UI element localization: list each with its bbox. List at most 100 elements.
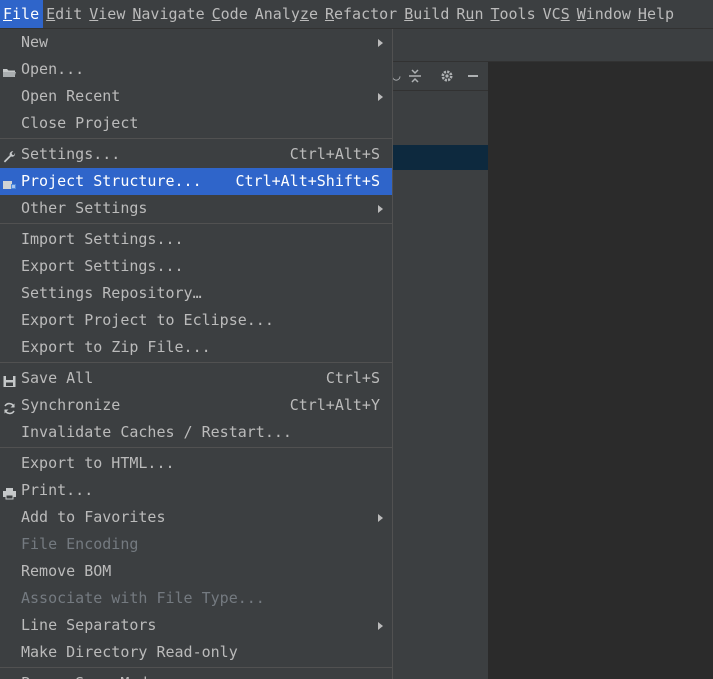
autoscroll-icon[interactable]: ◡: [392, 62, 400, 90]
menu-item-project-structure[interactable]: Project Structure... Ctrl+Alt+Shift+S: [0, 168, 392, 195]
menubar-label-post: iew: [98, 5, 126, 23]
menu-item-label: Save All: [21, 369, 94, 387]
menu-item-label: Settings...: [21, 145, 121, 163]
menu-item-close-project[interactable]: Close Project: [0, 110, 392, 137]
menu-item-import-settings[interactable]: Import Settings...: [0, 226, 392, 253]
menu-item-export-settings[interactable]: Export Settings...: [0, 253, 392, 280]
menu-item-export-to-zip-file[interactable]: Export to Zip File...: [0, 334, 392, 361]
menubar-label-pre: Analy: [254, 5, 300, 23]
menubar-label-mn: C: [211, 5, 221, 23]
menu-item-shortcut: Ctrl+Alt+S: [289, 145, 380, 163]
menu-item-shortcut: Ctrl+Alt+Y: [289, 396, 380, 414]
project-tree-selected-row[interactable]: [392, 145, 488, 170]
menubar-label-post: elp: [646, 5, 675, 23]
menubar-item-build[interactable]: Build: [401, 0, 453, 28]
menu-item-label: Print...: [21, 481, 94, 499]
menubar-item-window[interactable]: Window: [574, 0, 635, 28]
menu-item-export-to-html[interactable]: Export to HTML...: [0, 450, 392, 477]
menu-item-file-encoding: File Encoding: [0, 531, 392, 558]
main-toolbar: [392, 29, 713, 62]
submenu-arrow-icon: [378, 39, 383, 47]
submenu-arrow-icon: [378, 93, 383, 101]
collapse-all-icon[interactable]: [408, 62, 422, 90]
menubar-item-analyze[interactable]: Analyze: [252, 0, 322, 28]
menubar-label-mn: R: [324, 5, 334, 23]
menu-item-open-recent[interactable]: Open Recent: [0, 83, 392, 110]
project-structure-icon: [2, 174, 17, 189]
menu-item-settings-repository[interactable]: Settings Repository…: [0, 280, 392, 307]
menu-item-export-project-to-eclipse[interactable]: Export Project to Eclipse...: [0, 307, 392, 334]
menu-item-label: New: [21, 33, 49, 51]
menu-item-label: Open...: [21, 60, 85, 78]
menu-item-label: Other Settings: [21, 199, 148, 217]
menu-item-print[interactable]: Print...: [0, 477, 392, 504]
menu-item-shortcut: Ctrl+Alt+Shift+S: [235, 172, 381, 190]
menu-item-other-settings[interactable]: Other Settings: [0, 195, 392, 222]
menubar-label-post: indow: [585, 5, 631, 23]
menubar-label-post: ile: [12, 5, 40, 23]
menu-item-remove-bom[interactable]: Remove BOM: [0, 558, 392, 585]
menu-item-label: Invalidate Caches / Restart...: [21, 423, 292, 441]
menubar-label-mn: V: [89, 5, 99, 23]
menubar-item-refactor[interactable]: Refactor: [322, 0, 401, 28]
menu-item-synchronize[interactable]: Synchronize Ctrl+Alt+Y: [0, 392, 392, 419]
menubar-label-mn: H: [637, 5, 647, 23]
menubar-label-mn: W: [576, 5, 586, 23]
menu-item-new[interactable]: New: [0, 29, 392, 56]
submenu-arrow-icon: [378, 205, 383, 213]
folder-icon: [2, 62, 17, 77]
menu-item-save-all[interactable]: Save All Ctrl+S: [0, 365, 392, 392]
menu-item-label: Remove BOM: [21, 562, 112, 580]
menu-item-settings[interactable]: Settings... Ctrl+Alt+S: [0, 141, 392, 168]
menubar-label-mn: T: [490, 5, 500, 23]
menu-bar: File Edit View Navigate Code Analyze Refactor B…: [0, 0, 713, 29]
menubar-item-view[interactable]: View: [86, 0, 129, 28]
hide-panel-icon[interactable]: [466, 62, 480, 90]
menu-item-label: Open Recent: [21, 87, 121, 105]
menu-item-label: Power Save Mode: [21, 670, 156, 679]
menu-item-shortcut: Ctrl+S: [325, 369, 380, 387]
menu-item-invalidate-caches-restart[interactable]: Invalidate Caches / Restart...: [0, 419, 392, 446]
menu-item-label: Import Settings...: [21, 230, 184, 248]
menu-item-open[interactable]: Open...: [0, 56, 392, 83]
menu-item-line-separators[interactable]: Line Separators: [0, 612, 392, 639]
submenu-arrow-icon: [378, 514, 383, 522]
menubar-label-mn: B: [404, 5, 414, 23]
menubar-item-tools[interactable]: Tools: [487, 0, 539, 28]
menu-item-label: Make Directory Read-only: [21, 643, 238, 661]
menubar-label-mn: S: [560, 5, 570, 23]
menubar-label-post: ode: [220, 5, 248, 23]
menu-item-power-save-mode[interactable]: Power Save Mode: [0, 670, 392, 679]
menubar-item-navigate[interactable]: Navigate: [129, 0, 208, 28]
menubar-label-post: ools: [499, 5, 536, 23]
menubar-item-vcs[interactable]: VCS: [540, 0, 574, 28]
menubar-item-edit[interactable]: Edit: [43, 0, 86, 28]
menu-item-make-directory-read-only[interactable]: Make Directory Read-only: [0, 639, 392, 666]
menu-item-label: Project Structure...: [21, 172, 202, 190]
menubar-label-post: e: [308, 5, 318, 23]
menubar-item-help[interactable]: Help: [635, 0, 678, 28]
gear-icon[interactable]: [440, 62, 454, 90]
menubar-item-run[interactable]: Run: [453, 0, 487, 28]
menubar-label-mn: z: [299, 5, 309, 23]
project-panel-toolbar: ◡: [392, 62, 488, 91]
menu-item-add-to-favorites[interactable]: Add to Favorites: [0, 504, 392, 531]
menu-item-label: Add to Favorites: [21, 508, 166, 526]
menu-item-label: Export Settings...: [21, 257, 184, 275]
menubar-label-post: dit: [55, 5, 83, 23]
menubar-item-file[interactable]: File: [0, 0, 44, 28]
menubar-label-post: avigate: [141, 5, 205, 23]
menu-item-associate-with-file-type: Associate with File Type...: [0, 585, 392, 612]
menubar-item-code[interactable]: Code: [209, 0, 252, 28]
menu-item-label: Close Project: [21, 114, 139, 132]
menu-item-label: Export Project to Eclipse...: [21, 311, 274, 329]
menubar-label-pre: VC: [542, 5, 561, 23]
submenu-arrow-icon: [378, 622, 383, 630]
menu-item-label: Line Separators: [21, 616, 157, 634]
menu-item-label: Settings Repository…: [21, 284, 202, 302]
menu-item-label: Synchronize: [21, 396, 121, 414]
menubar-label-post: efactor: [334, 5, 398, 23]
editor-area[interactable]: [489, 62, 713, 679]
menubar-label-post: n: [474, 5, 484, 23]
menu-item-label: File Encoding: [21, 535, 139, 553]
